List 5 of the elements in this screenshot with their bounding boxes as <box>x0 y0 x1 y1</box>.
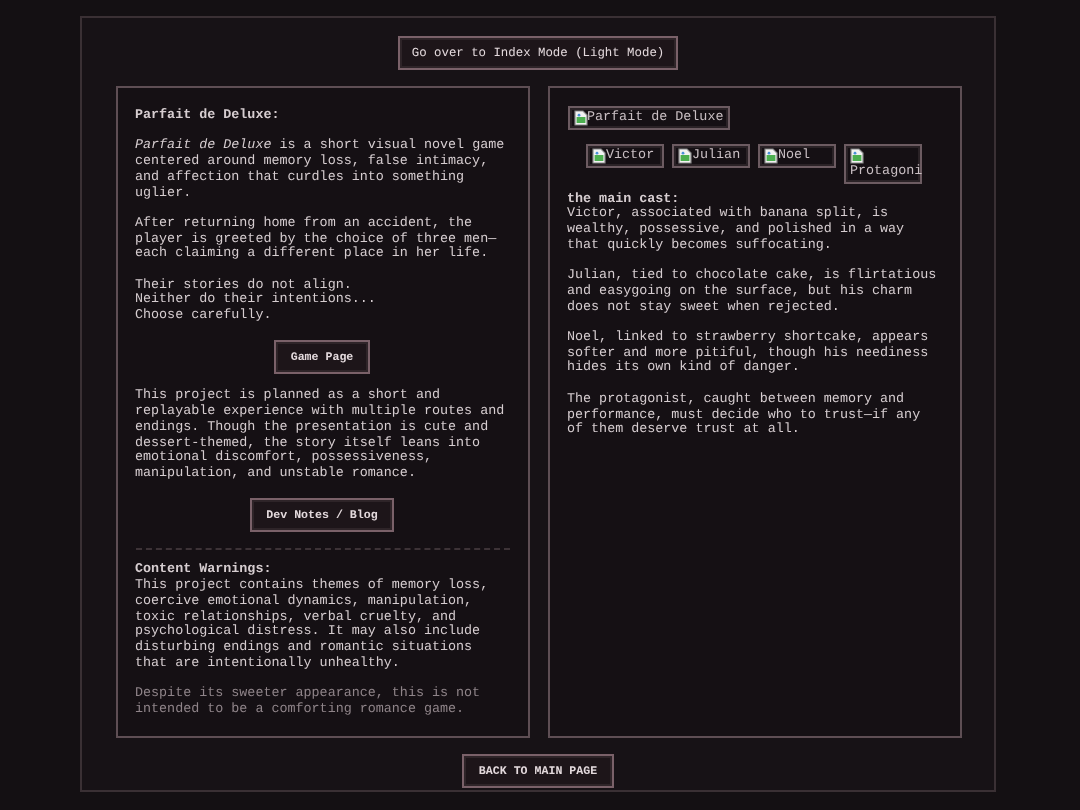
broken-image-icon <box>573 110 587 126</box>
broken-image-icon <box>850 147 864 164</box>
broken-image-icon <box>678 147 692 164</box>
broken-image-icon <box>764 147 778 164</box>
broken-image-icon <box>592 147 606 164</box>
